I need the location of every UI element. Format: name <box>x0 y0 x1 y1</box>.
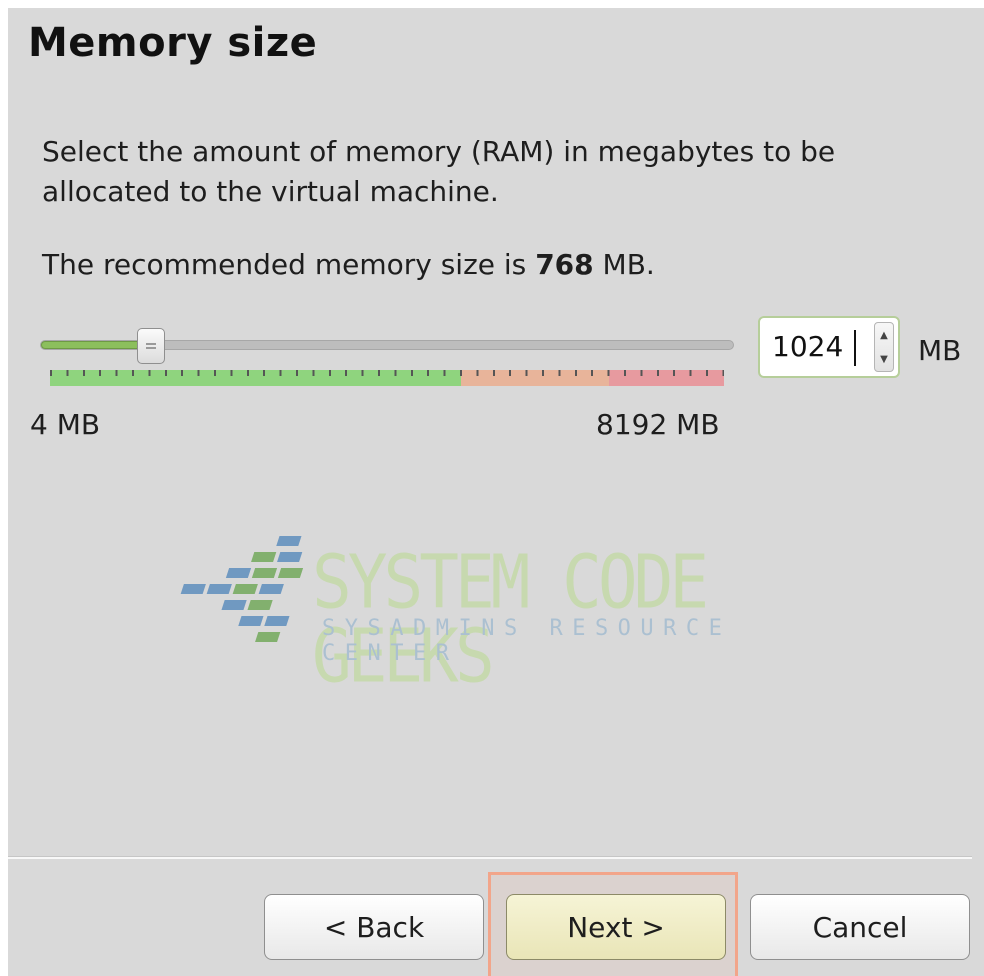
spinbox-buttons: ▲ ▼ <box>874 322 894 372</box>
text-cursor <box>854 330 856 366</box>
recommended-prefix: The recommended memory size is <box>42 248 527 281</box>
memory-size-wizard-page: Memory size Select the amount of memory … <box>8 8 984 976</box>
slider-min-label: 4 MB <box>30 408 101 441</box>
spin-down-icon[interactable]: ▼ <box>875 347 893 371</box>
recommended-unit: MB. <box>602 248 655 281</box>
memory-spinbox-value[interactable]: 1024 <box>772 330 843 363</box>
watermark-subtitle: SYSADMINS RESOURCE CENTER <box>322 616 732 666</box>
system-code-geeks-watermark: SYSTEM CODE GEEKS SYSADMINS RESOURCE CEN… <box>166 516 826 693</box>
page-description: Select the amount of memory (RAM) in meg… <box>42 135 836 208</box>
next-button[interactable]: Next > <box>506 894 726 960</box>
button-separator <box>8 856 972 859</box>
slider-max-label: 8192 MB <box>596 408 720 441</box>
back-button[interactable]: < Back <box>264 894 484 960</box>
memory-slider-handle[interactable] <box>137 328 166 364</box>
memory-slider-fill <box>41 341 153 349</box>
spinbox-unit-label: MB <box>918 334 962 367</box>
geeks-logo-icon <box>180 536 304 642</box>
slider-tick-marks <box>50 370 724 376</box>
memory-spinbox[interactable]: 1024 ▲ ▼ <box>758 316 900 378</box>
recommended-value: 768 <box>535 248 594 281</box>
spin-up-icon[interactable]: ▲ <box>875 323 893 347</box>
cancel-button[interactable]: Cancel <box>750 894 970 960</box>
memory-slider-scale <box>50 370 724 386</box>
page-title: Memory size <box>28 20 318 66</box>
grip-icon <box>146 343 157 345</box>
recommended-memory-text: The recommended memory size is 768 MB. <box>42 248 655 281</box>
